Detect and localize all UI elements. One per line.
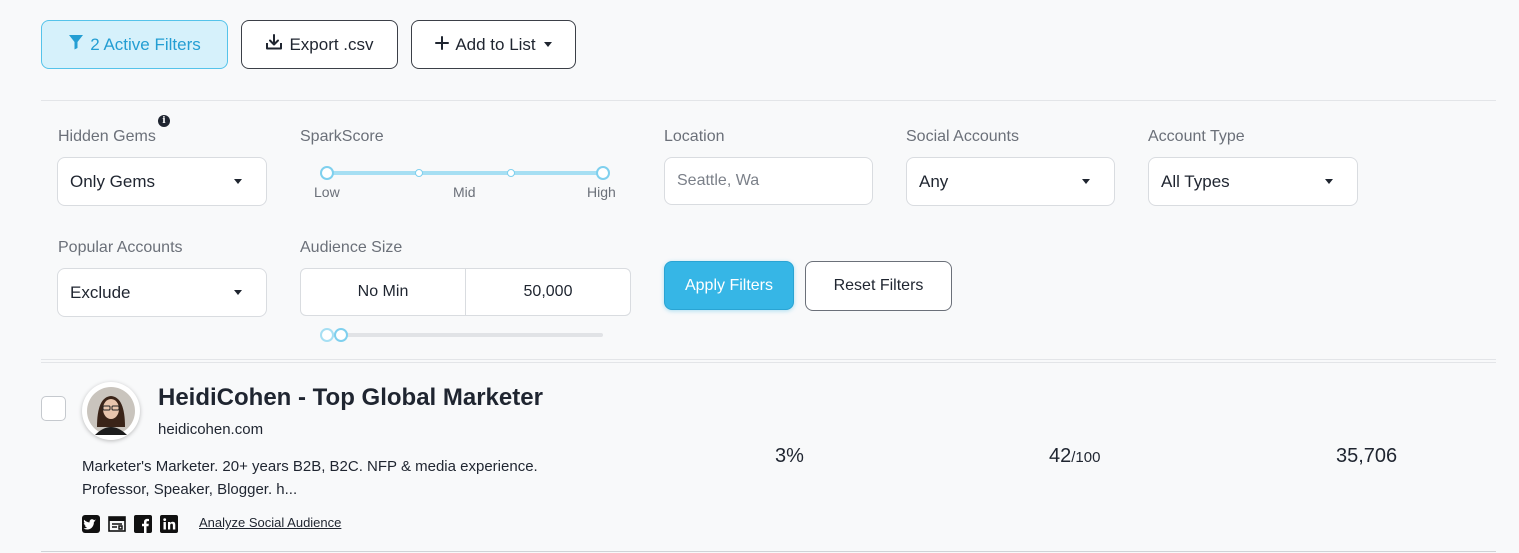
sparkscore-high-label: High	[587, 184, 616, 200]
sparkscore-min-handle[interactable]	[320, 166, 334, 180]
sparkscore-low-label: Low	[314, 184, 340, 200]
sparkscore-max: /100	[1071, 449, 1101, 466]
chevron-down-icon	[234, 290, 242, 295]
sparkscore-mid-label: Mid	[453, 184, 476, 200]
audience-max-input[interactable]: 50,000	[465, 269, 630, 315]
hidden-gems-value: Only Gems	[70, 171, 156, 191]
engagement-value: 3%	[775, 445, 804, 467]
account-type-label: Account Type	[1148, 128, 1245, 145]
sparkscore-slider-track[interactable]	[327, 171, 603, 175]
account-type-value: All Types	[1161, 171, 1230, 191]
chevron-down-icon	[1325, 179, 1333, 184]
account-bio: Marketer's Marketer. 20+ years B2B, B2C.…	[82, 458, 538, 498]
popular-accounts-select[interactable]: Exclude	[57, 268, 267, 317]
social-icons	[82, 515, 178, 533]
chevron-down-icon	[1082, 179, 1090, 184]
popular-accounts-value: Exclude	[70, 282, 131, 302]
active-filters-button[interactable]: 2 Active Filters	[41, 20, 228, 69]
add-to-list-label: Add to List	[455, 34, 536, 54]
audience-min-input[interactable]: No Min	[301, 269, 465, 315]
apply-filters-button[interactable]: Apply Filters	[664, 261, 794, 310]
analyze-social-audience-link[interactable]: Analyze Social Audience	[199, 515, 341, 530]
audience-size-inputs: No Min 50,000	[300, 268, 631, 316]
social-accounts-value: Any	[919, 171, 949, 191]
social-accounts-select[interactable]: Any	[906, 157, 1115, 206]
download-icon	[265, 33, 283, 56]
audience-min-handle[interactable]	[320, 328, 334, 342]
blog-icon[interactable]	[108, 515, 126, 533]
audience-slider-track[interactable]	[327, 333, 603, 337]
audience-value: 35,706	[1336, 445, 1398, 467]
hidden-gems-label: Hidden Gems	[58, 128, 156, 145]
sparkscore-tick-mark	[415, 169, 423, 177]
add-to-list-button[interactable]: Add to List	[411, 20, 576, 69]
select-checkbox[interactable]	[41, 396, 66, 421]
plus-icon	[435, 35, 450, 55]
audience-size-label: Audience Size	[300, 239, 403, 256]
account-type-select[interactable]: All Types	[1148, 157, 1358, 206]
social-accounts-label: Social Accounts	[906, 128, 1019, 145]
reset-filters-button[interactable]: Reset Filters	[805, 261, 952, 311]
export-label: Export .csv	[289, 34, 374, 54]
divider	[41, 359, 1496, 360]
sparkscore-number: 42	[1049, 445, 1072, 467]
sparkscore-max-handle[interactable]	[596, 166, 610, 180]
chevron-down-icon	[543, 42, 552, 47]
location-input[interactable]: Seattle, Wa	[664, 157, 873, 205]
popular-accounts-label: Popular Accounts	[58, 239, 183, 256]
avatar[interactable]	[82, 382, 140, 440]
active-filters-label: 2 Active Filters	[90, 34, 201, 54]
sparkscore-value: 42/100	[1049, 445, 1100, 468]
audience-max-handle[interactable]	[334, 328, 348, 342]
divider	[41, 100, 1496, 101]
info-icon[interactable]: i	[158, 115, 170, 127]
sparkscore-label: SparkScore	[300, 128, 384, 145]
divider	[41, 551, 1496, 552]
filter-icon	[68, 34, 84, 55]
twitter-icon[interactable]	[82, 515, 100, 533]
linkedin-icon[interactable]	[160, 515, 178, 533]
account-name[interactable]: HeidiCohen - Top Global Marketer	[158, 384, 543, 412]
location-placeholder: Seattle, Wa	[677, 172, 760, 189]
chevron-down-icon	[234, 179, 242, 184]
hidden-gems-select[interactable]: Only Gems	[57, 157, 267, 206]
location-label: Location	[664, 128, 725, 145]
account-domain[interactable]: heidicohen.com	[158, 421, 263, 438]
export-csv-button[interactable]: Export .csv	[241, 20, 398, 69]
divider	[41, 362, 1496, 363]
facebook-icon[interactable]	[134, 515, 152, 533]
sparkscore-tick-mark	[507, 169, 515, 177]
